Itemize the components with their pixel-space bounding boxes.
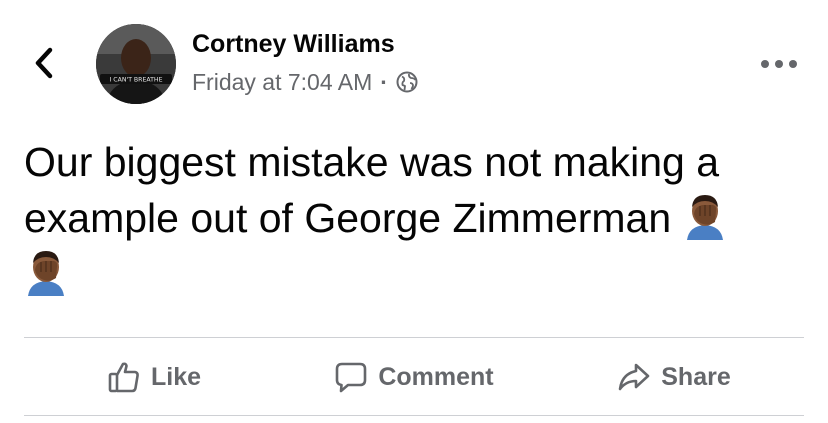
comment-bubble-icon bbox=[336, 362, 367, 393]
post-text-line-2: example out of George Zimmerman bbox=[24, 195, 672, 241]
action-bar: Like Comment Share bbox=[24, 338, 804, 416]
profile-photo: I CAN'T BREATHE bbox=[96, 24, 176, 104]
chevron-left-icon bbox=[35, 47, 53, 79]
like-label: Like bbox=[150, 362, 202, 391]
share-label: Share bbox=[661, 362, 731, 391]
like-button[interactable]: Like bbox=[24, 338, 284, 416]
avatar[interactable]: I CAN'T BREATHE bbox=[96, 24, 176, 104]
avatar-caption: I CAN'T BREATHE bbox=[110, 77, 163, 84]
post-text-line-1: Our biggest mistake was not making a bbox=[24, 139, 720, 185]
back-button[interactable] bbox=[30, 46, 58, 80]
share-arrow-icon bbox=[618, 363, 650, 391]
face-palm-emoji-2 bbox=[28, 251, 64, 296]
post-timestamp[interactable]: Friday at 7:04 AM bbox=[192, 69, 372, 96]
face-palm-emoji bbox=[686, 195, 723, 240]
author-name[interactable]: Cortney Williams bbox=[192, 30, 395, 59]
comment-button[interactable]: Comment bbox=[284, 338, 544, 416]
globe-icon bbox=[396, 71, 418, 93]
thumbs-up-icon bbox=[108, 362, 139, 393]
post-text: Our biggest mistake was not making a exa… bbox=[24, 134, 814, 302]
comment-label: Comment bbox=[378, 362, 494, 391]
post-meta: Friday at 7:04 AM · bbox=[192, 66, 418, 98]
ellipsis-icon bbox=[761, 60, 797, 68]
meta-separator: · bbox=[380, 68, 388, 95]
share-button[interactable]: Share bbox=[544, 338, 804, 416]
more-options-button[interactable] bbox=[756, 52, 802, 76]
